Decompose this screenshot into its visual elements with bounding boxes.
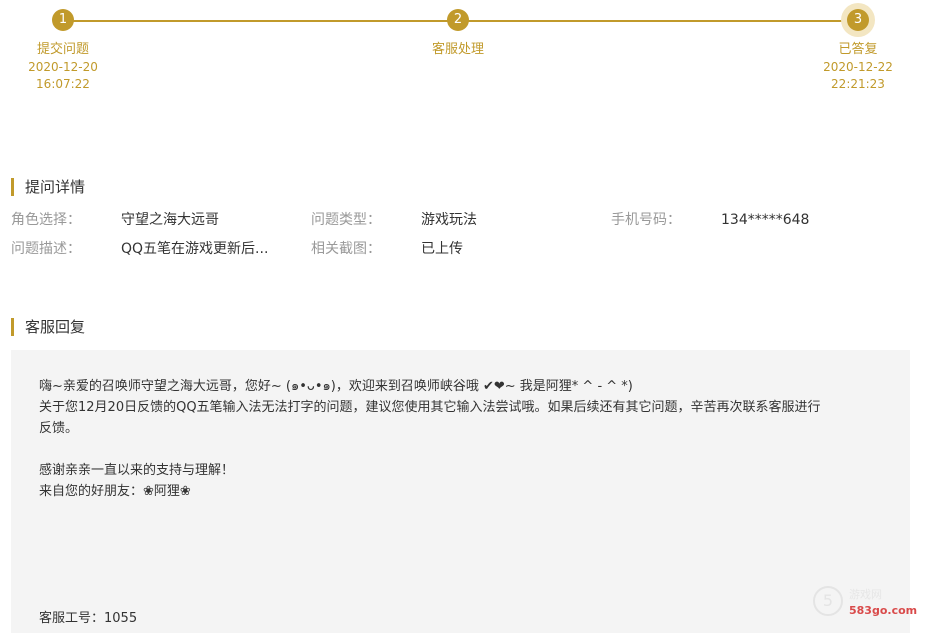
support-reply-heading: 客服回复 (11, 318, 85, 336)
question-type-value: 游戏玩法 (421, 212, 477, 228)
step-number-badge: 3 (847, 9, 869, 31)
reply-message: 嗨~亲爱的召唤师守望之海大远哥，您好~ (๑•ᴗ•๑)，欢迎来到召唤师峡谷哦 ✔… (39, 376, 889, 502)
progress-steps: 1 提交问题 2020-12-20 16:07:22 2 客服处理 3 已答复 … (0, 0, 929, 110)
step-time: 16:07:22 (36, 77, 90, 91)
phone-label: 手机号码： (611, 212, 681, 228)
watermark-logo-icon: 5 (813, 586, 843, 616)
step-date: 2020-12-20 (28, 60, 98, 74)
step-number-badge: 2 (447, 9, 469, 31)
step-label: 提交问题 (36, 42, 89, 57)
description-label: 问题描述： (11, 241, 81, 257)
role-value: 守望之海大远哥 (121, 212, 219, 228)
watermark-url: 583go.com (849, 604, 918, 617)
step-processing: 2 客服处理 (398, 0, 518, 59)
question-type-label: 问题类型： (311, 212, 381, 228)
reply-line: 嗨~亲爱的召唤师守望之海大远哥，您好~ (๑•ᴗ•๑)，欢迎来到召唤师峡谷哦 ✔… (39, 379, 633, 394)
screenshot-label: 相关截图： (311, 241, 381, 257)
screenshot-value[interactable]: 已上传 (421, 240, 463, 258)
phone-value: 134*****648 (721, 212, 810, 228)
step-time: 22:21:23 (831, 77, 885, 91)
role-label: 角色选择： (11, 212, 81, 228)
step-answered: 3 已答复 2020-12-22 22:21:23 (798, 0, 918, 93)
watermark-text: 游戏网 (849, 588, 882, 601)
step-label: 客服处理 (431, 42, 484, 57)
staff-id: 客服工号：1055 (39, 611, 138, 626)
site-watermark: 5 游戏网 583go.com (813, 584, 923, 624)
step-date: 2020-12-22 (823, 60, 893, 74)
description-value[interactable]: QQ五笔在游戏更新后... (121, 240, 268, 258)
reply-line: 关于您12月20日反馈的QQ五笔输入法无法打字的问题，建议您使用其它输入法尝试哦… (39, 400, 821, 415)
step-number-badge: 1 (52, 9, 74, 31)
step-label: 已答复 (838, 42, 878, 57)
reply-line: 感谢亲亲一直以来的支持与理解！ (39, 463, 235, 478)
step-submit: 1 提交问题 2020-12-20 16:07:22 (3, 0, 123, 93)
reply-line: 来自您的好朋友：❀阿狸❀ (39, 484, 191, 499)
reply-box: 嗨~亲爱的召唤师守望之海大远哥，您好~ (๑•ᴗ•๑)，欢迎来到召唤师峡谷哦 ✔… (11, 350, 910, 633)
question-details-heading: 提问详情 (11, 178, 85, 196)
reply-line: 反馈。 (39, 421, 79, 436)
